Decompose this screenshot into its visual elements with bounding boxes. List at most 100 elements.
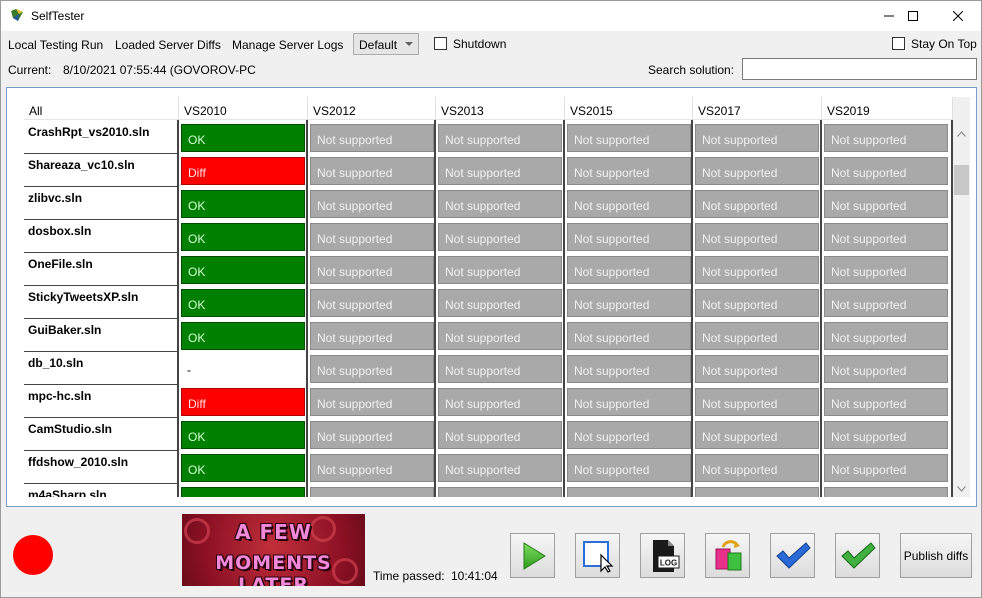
status-not-supported: Not supported	[438, 421, 562, 449]
solution-name[interactable]: CrashRpt_vs2010.sln	[24, 121, 178, 154]
status-not-supported: Not supported	[310, 388, 434, 416]
status-diff-button[interactable]: Diff	[181, 388, 305, 416]
result-cell: Not supported	[565, 385, 694, 418]
log-button[interactable]: LOG	[640, 533, 685, 578]
scroll-down-button[interactable]	[953, 480, 970, 497]
column-header-vs2012[interactable]: VS2012	[308, 97, 436, 120]
table-row: ffdshow_2010.sln OK Not supported Not suppo…	[24, 451, 953, 484]
status-not-supported: Not supported	[824, 289, 948, 317]
log-icon-text: LOG	[659, 558, 676, 567]
status-not-supported: Not supported	[310, 289, 434, 317]
column-header-vs2019[interactable]: VS2019	[822, 97, 953, 120]
close-icon	[953, 11, 963, 21]
blue-check-icon	[775, 541, 811, 569]
solution-name[interactable]: StickyTweetsXP.sln	[24, 286, 178, 319]
result-cell: OK	[179, 451, 308, 484]
solution-name[interactable]: dosbox.sln	[24, 220, 178, 253]
status-not-supported: Not supported	[567, 223, 691, 251]
accept-all-button[interactable]	[835, 533, 880, 578]
result-cell: Not supported	[822, 484, 951, 497]
solution-name[interactable]: db_10.sln	[24, 352, 178, 385]
result-cell: Not supported	[822, 352, 951, 385]
status-ok-button[interactable]: OK	[181, 421, 305, 449]
table-row: StickyTweetsXP.sln OK Not supported Not sup…	[24, 286, 953, 319]
solution-name[interactable]: GuiBaker.sln	[24, 319, 178, 352]
result-cell: Not supported	[565, 187, 694, 220]
stay-on-top-label: Stay On Top	[911, 37, 977, 51]
status-not-supported: Not supported	[567, 487, 691, 497]
status-not-supported: Not supported	[438, 454, 562, 482]
status-not-supported: Not supported	[438, 487, 562, 497]
menu-loaded-server-diffs[interactable]: Loaded Server Diffs	[115, 38, 221, 52]
result-cell: Not supported	[565, 484, 694, 497]
status-ok-button[interactable]: OK	[181, 124, 305, 152]
result-cell: Not supported	[693, 484, 822, 497]
refresh-button[interactable]	[705, 533, 750, 578]
result-cell: Not supported	[693, 352, 822, 385]
status-not-supported: Not supported	[438, 388, 562, 416]
publish-diffs-button[interactable]: Publish diffs	[900, 533, 972, 578]
status-not-supported: Not supported	[695, 256, 819, 284]
solution-name[interactable]: Shareaza_vc10.sln	[24, 154, 178, 187]
status-not-supported: Not supported	[310, 421, 434, 449]
maximize-button[interactable]	[890, 1, 936, 31]
result-cell: Not supported	[693, 319, 822, 352]
solution-name[interactable]: m4aSharp.sln	[24, 484, 178, 497]
solution-name[interactable]: CamStudio.sln	[24, 418, 178, 451]
result-cell: Not supported	[693, 253, 822, 286]
column-header-vs2017[interactable]: VS2017	[693, 97, 822, 120]
close-button[interactable]	[935, 1, 981, 31]
result-cell: Not supported	[565, 154, 694, 187]
result-cell: OK	[179, 484, 308, 497]
menu-local-testing-run[interactable]: Local Testing Run	[8, 38, 103, 52]
app-logo-icon	[11, 9, 23, 21]
result-cell: Diff	[179, 154, 308, 187]
column-header-vs2010[interactable]: VS2010	[179, 97, 308, 120]
search-input[interactable]	[742, 58, 977, 80]
select-button[interactable]	[575, 533, 620, 578]
column-header-all[interactable]: All	[24, 97, 179, 120]
grid-scrollbar[interactable]	[953, 97, 970, 497]
result-cell: Not supported	[565, 418, 694, 451]
status-not-supported: Not supported	[567, 355, 691, 383]
result-cell: Not supported	[822, 154, 951, 187]
search-label: Search solution:	[648, 63, 735, 77]
status-ok-button[interactable]: OK	[181, 190, 305, 218]
solution-name[interactable]: zlibvc.sln	[24, 187, 178, 220]
result-cell: Not supported	[822, 385, 951, 418]
result-cell: Not supported	[436, 286, 565, 319]
scroll-up-button[interactable]	[953, 125, 970, 142]
result-cell: Not supported	[822, 220, 951, 253]
table-row: mpc-hc.sln Diff Not supported Not supported…	[24, 385, 953, 418]
status-not-supported: Not supported	[824, 223, 948, 251]
status-ok-button[interactable]: OK	[181, 322, 305, 350]
result-cell: Diff	[179, 385, 308, 418]
column-header-vs2015[interactable]: VS2015	[565, 97, 693, 120]
time-passed-label: Time passed:	[373, 569, 445, 583]
status-ok-button[interactable]: OK	[181, 256, 305, 284]
solution-name[interactable]: OneFile.sln	[24, 253, 178, 286]
status-ok-button[interactable]: OK	[181, 223, 305, 251]
result-cell: Not supported	[436, 451, 565, 484]
status-diff-button[interactable]: Diff	[181, 157, 305, 185]
shutdown-checkbox[interactable]	[434, 37, 447, 50]
run-button[interactable]	[510, 533, 555, 578]
stay-on-top-checkbox[interactable]	[892, 37, 905, 50]
status-ok-button[interactable]: OK	[181, 487, 305, 497]
status-not-supported: Not supported	[310, 124, 434, 152]
result-cell: Not supported	[436, 121, 565, 154]
app-window: SelfTester Local Testing Run Loaded Serv…	[0, 0, 982, 598]
scroll-thumb[interactable]	[954, 165, 969, 195]
menu-manage-server-logs[interactable]: Manage Server Logs	[232, 38, 343, 52]
result-cell: Not supported	[436, 220, 565, 253]
result-cell: Not supported	[822, 319, 951, 352]
accept-button[interactable]	[770, 533, 815, 578]
result-cell: Not supported	[308, 154, 437, 187]
profile-select-value: Default	[359, 38, 398, 52]
status-ok-button[interactable]: OK	[181, 454, 305, 482]
column-header-vs2013[interactable]: VS2013	[436, 97, 565, 120]
status-ok-button[interactable]: OK	[181, 289, 305, 317]
solution-name[interactable]: mpc-hc.sln	[24, 385, 178, 418]
profile-select[interactable]: Default	[353, 33, 419, 55]
solution-name[interactable]: ffdshow_2010.sln	[24, 451, 178, 484]
